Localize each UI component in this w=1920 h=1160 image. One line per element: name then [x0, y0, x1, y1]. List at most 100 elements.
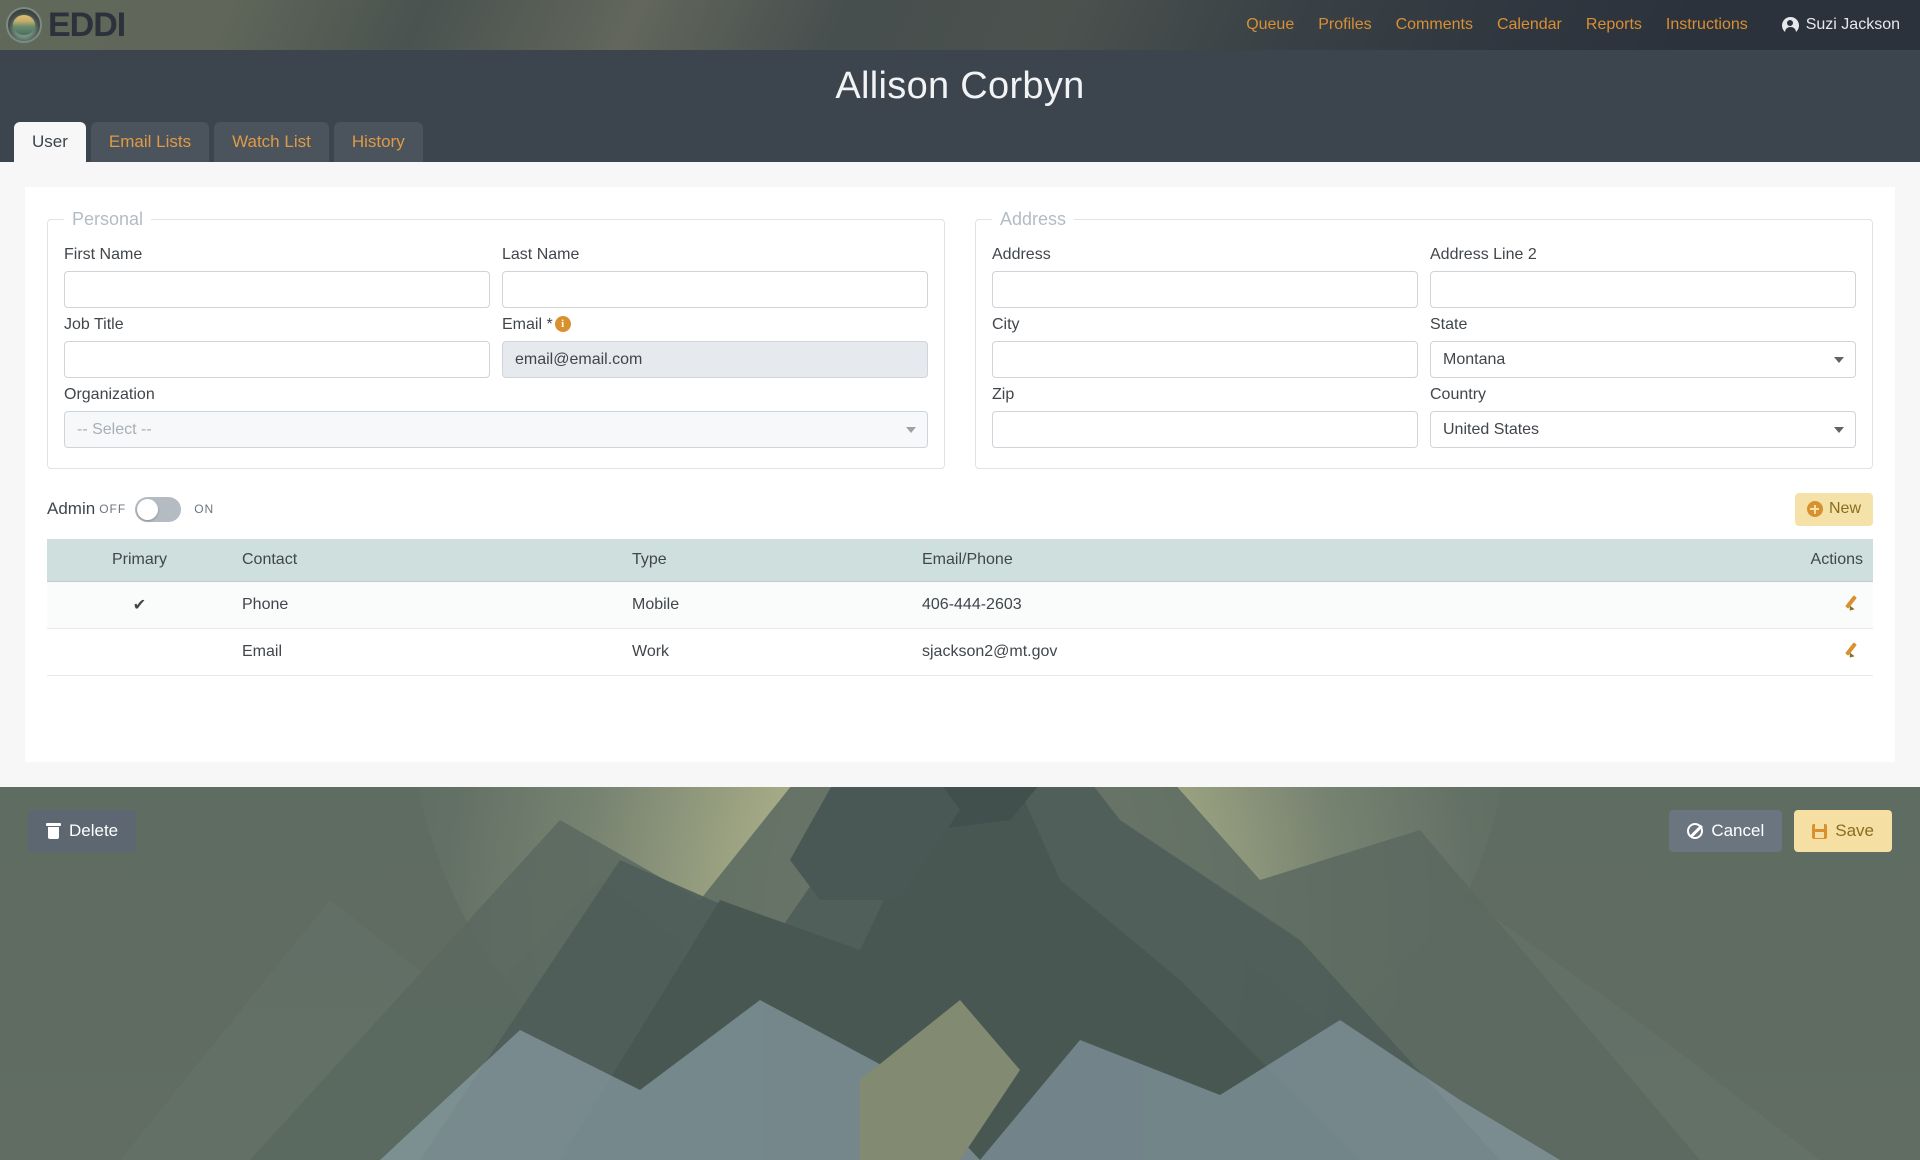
cell-primary: ✔: [47, 581, 232, 629]
city-field: City: [992, 316, 1418, 378]
admin-label: Admin: [47, 499, 96, 518]
cell-contact: Phone: [232, 581, 622, 629]
content-area: Personal First Name Last Name Job Title: [0, 162, 1920, 787]
city-state-row: City State Montana: [992, 308, 1856, 378]
state-label: State: [1430, 316, 1468, 333]
info-icon[interactable]: i: [554, 316, 571, 332]
delete-button-label: Delete: [69, 821, 119, 840]
tab-watch-list[interactable]: Watch List: [214, 122, 329, 162]
state-field: State Montana: [1430, 316, 1856, 378]
job-title-input[interactable]: [64, 341, 490, 378]
admin-toggle-switch[interactable]: [135, 496, 182, 522]
footer-bar: Delete Cancel Save: [0, 787, 1920, 875]
job-email-row: Job Title Email * i: [64, 308, 928, 378]
toggle-off-label: OFF: [99, 502, 127, 516]
delete-button[interactable]: Delete: [28, 810, 137, 852]
brand-logo[interactable]: EDDI: [0, 6, 126, 44]
pencil-icon[interactable]: [1846, 641, 1863, 658]
ban-icon: [1687, 823, 1704, 839]
brand-wordmark: EDDI: [48, 6, 126, 44]
country-select[interactable]: United States: [1430, 411, 1856, 448]
nav-link-calendar[interactable]: Calendar: [1485, 16, 1574, 34]
table-row[interactable]: ✔ Phone Mobile 406-444-2603: [47, 581, 1873, 629]
required-marker: *: [546, 316, 553, 333]
organization-select[interactable]: -- Select --: [64, 411, 928, 448]
organization-select-value: -- Select --: [77, 420, 152, 438]
plus-circle-icon: [1806, 501, 1823, 517]
cell-type: Work: [622, 628, 912, 676]
address-field: Address: [992, 246, 1418, 308]
cell-actions: [1753, 581, 1873, 629]
user-circle-icon: [1781, 16, 1799, 34]
nav-link-comments[interactable]: Comments: [1384, 16, 1485, 34]
tab-strip: User Email Lists Watch List History: [0, 122, 1920, 162]
email-field: Email * i: [502, 316, 928, 378]
state-seal-icon: [6, 7, 42, 43]
column-header-primary: Primary: [47, 539, 232, 582]
personal-fieldset: Personal First Name Last Name Job Title: [47, 209, 945, 469]
toggle-knob: [137, 498, 159, 520]
new-contact-button[interactable]: New: [1794, 492, 1873, 526]
nav-link-instructions[interactable]: Instructions: [1654, 16, 1760, 34]
column-header-contact: Contact: [232, 539, 622, 582]
cancel-button[interactable]: Cancel: [1669, 810, 1783, 852]
address2-field: Address Line 2: [1430, 246, 1856, 308]
address-legend: Address: [1000, 209, 1067, 229]
page-title: Allison Corbyn: [835, 64, 1085, 107]
chevron-down-icon: [906, 426, 916, 433]
state-select[interactable]: Montana: [1430, 341, 1856, 378]
chevron-down-icon: [1834, 426, 1844, 433]
toggle-on-label: ON: [194, 502, 215, 516]
admin-toggle-row: Admin OFF ON New: [47, 491, 1873, 527]
zip-field: Zip: [992, 386, 1418, 448]
nav-link-reports[interactable]: Reports: [1574, 16, 1654, 34]
last-name-label: Last Name: [502, 246, 580, 263]
address-input[interactable]: [992, 271, 1418, 308]
organization-row: Organization -- Select --: [64, 378, 928, 448]
user-menu[interactable]: Suzi Jackson: [1760, 16, 1906, 34]
nav-link-profiles[interactable]: Profiles: [1306, 16, 1383, 34]
user-name-label: Suzi Jackson: [1805, 16, 1900, 33]
cancel-button-label: Cancel: [1711, 821, 1765, 840]
first-name-input[interactable]: [64, 271, 490, 308]
email-input[interactable]: [502, 341, 928, 378]
tab-user[interactable]: User: [14, 122, 86, 162]
navbar-links: Queue Profiles Comments Calendar Reports…: [1234, 16, 1920, 34]
zip-input[interactable]: [992, 411, 1418, 448]
cell-value: sjackson2@mt.gov: [912, 628, 1753, 676]
nav-link-queue[interactable]: Queue: [1234, 16, 1306, 34]
first-name-field: First Name: [64, 246, 490, 308]
name-row: First Name Last Name: [64, 238, 928, 308]
email-label-text: Email: [502, 316, 543, 333]
new-button-label: New: [1828, 500, 1861, 517]
save-button[interactable]: Save: [1794, 810, 1892, 852]
table-header-row: Primary Contact Type Email/Phone Actions: [47, 539, 1873, 582]
city-input[interactable]: [992, 341, 1418, 378]
column-header-email-phone: Email/Phone: [912, 539, 1753, 582]
pencil-icon[interactable]: [1846, 594, 1863, 611]
last-name-input[interactable]: [502, 271, 928, 308]
address-label: Address: [992, 246, 1051, 263]
job-title-label: Job Title: [64, 316, 124, 333]
tab-history[interactable]: History: [333, 122, 423, 162]
contacts-table-body: ✔ Phone Mobile 406-444-2603 Email Work s…: [47, 581, 1873, 676]
address-line-2-input[interactable]: [1430, 271, 1856, 308]
save-button-label: Save: [1835, 821, 1874, 840]
organization-field: Organization -- Select --: [64, 386, 928, 448]
country-field: Country United States: [1430, 386, 1856, 448]
address-row: Address Address Line 2: [992, 238, 1856, 308]
chevron-down-icon: [1834, 356, 1844, 363]
column-header-actions: Actions: [1753, 539, 1873, 582]
tab-email-lists[interactable]: Email Lists: [90, 122, 210, 162]
column-header-type: Type: [622, 539, 912, 582]
first-name-label: First Name: [64, 246, 143, 263]
table-row[interactable]: Email Work sjackson2@mt.gov: [47, 628, 1873, 676]
state-select-value: Montana: [1443, 350, 1506, 368]
zip-country-row: Zip Country United States: [992, 378, 1856, 448]
address-fieldset: Address Address Address Line 2 City Stat…: [975, 209, 1873, 469]
cell-contact: Email: [232, 628, 622, 676]
cell-primary: [47, 628, 232, 676]
cell-type: Mobile: [622, 581, 912, 629]
last-name-field: Last Name: [502, 246, 928, 308]
organization-label: Organization: [64, 386, 155, 403]
